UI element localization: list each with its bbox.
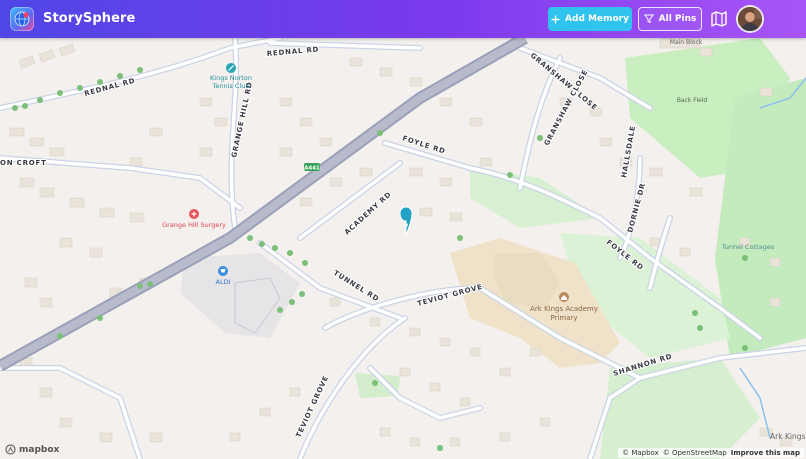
poi-label-ark-kings: Ark Kings: [770, 432, 805, 441]
all-pins-button[interactable]: All Pins: [638, 7, 702, 31]
road-shield-label: A441: [304, 166, 320, 172]
improve-map-link[interactable]: Improve this map: [731, 449, 800, 457]
attribution-osm-link[interactable]: © OpenStreetMap: [663, 449, 727, 457]
poi-label-main-block: Main Block: [670, 39, 703, 46]
app-title: StorySphere: [43, 11, 136, 26]
mapbox-icon: [5, 444, 16, 455]
map-view[interactable]: REDNAL RD REDNAL RD GRANGE HILL RD FOYLE…: [0, 38, 806, 459]
map-canvas[interactable]: REDNAL RD REDNAL RD GRANGE HILL RD FOYLE…: [0, 38, 806, 459]
filter-icon: [643, 14, 654, 24]
poi-label-surgery: Grange Hill Surgery: [162, 221, 226, 229]
poi-label-academy-2: Primary: [550, 314, 577, 322]
plus-icon: [551, 15, 560, 23]
add-memory-button[interactable]: Add Memory: [548, 7, 632, 31]
map-icon[interactable]: [710, 10, 728, 28]
attribution-mapbox-link[interactable]: © Mapbox: [622, 449, 659, 457]
mapbox-logo[interactable]: mapbox: [5, 444, 59, 455]
mapbox-wordmark: mapbox: [19, 444, 60, 455]
road-label-croft: ON CROFT: [0, 159, 47, 167]
app-logo[interactable]: [10, 7, 34, 31]
add-memory-label: Add Memory: [565, 14, 629, 24]
poi-label-tennis-2: Tennis Club: [212, 82, 250, 90]
user-avatar[interactable]: [736, 5, 764, 33]
poi-label-tennis-1: Kings Norton: [210, 74, 252, 82]
poi-label-back-field: Back Field: [677, 97, 708, 104]
app-header: StorySphere Add Memory All Pins: [0, 0, 806, 38]
map-attribution: © Mapbox © OpenStreetMap Improve this ma…: [618, 448, 804, 458]
avatar-image: [738, 7, 762, 31]
poi-label-aldi: ALDI: [216, 278, 231, 286]
globe-icon: [14, 11, 30, 27]
poi-label-academy-1: Ark Kings Academy: [530, 305, 598, 313]
poi-label-tunnel-cottages: Tunnel Cottages: [721, 243, 775, 251]
all-pins-label: All Pins: [658, 14, 697, 24]
